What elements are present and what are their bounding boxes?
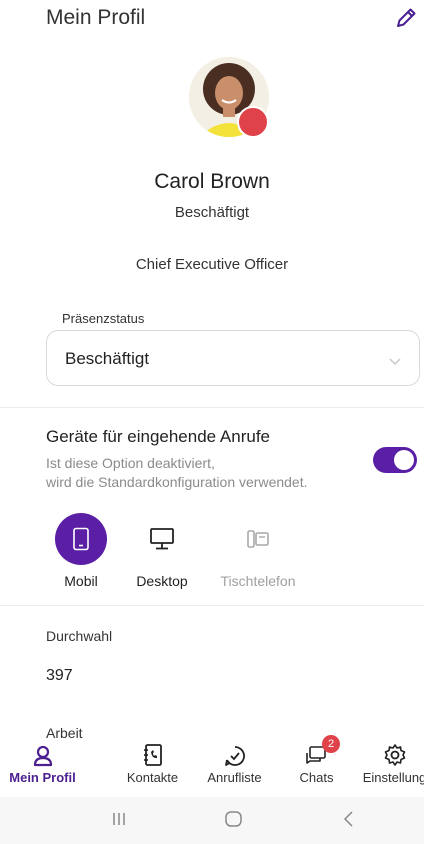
incoming-calls-description: wird die Standardkonfiguration verwendet… (46, 474, 308, 490)
incoming-calls-description: Ist diese Option deaktiviert, (46, 455, 215, 471)
presence-status-dot (237, 106, 269, 138)
device-label: Tischtelefon (220, 573, 296, 589)
presence-select[interactable]: Beschäftigt (46, 330, 420, 386)
gear-icon (352, 741, 424, 767)
chevron-down-icon (389, 353, 401, 366)
profile-name: Carol Brown (154, 170, 270, 193)
system-navigation-bar (0, 797, 424, 844)
device-desktop[interactable]: Desktop (122, 513, 202, 593)
device-label: Mobil (64, 573, 98, 589)
pencil-icon[interactable] (393, 5, 419, 31)
home-icon[interactable] (224, 810, 244, 833)
nav-einstellungen[interactable]: Einstellung (352, 741, 424, 785)
mobile-phone-icon (55, 513, 107, 565)
page-title: Mein Profil (46, 6, 146, 29)
nav-anrufliste[interactable]: Anrufliste (192, 741, 277, 785)
nav-label: Anrufliste (207, 770, 262, 785)
extension-label: Durchwahl (46, 628, 113, 644)
work-label: Arbeit (46, 725, 83, 741)
nav-label: Mein Profil (9, 770, 76, 785)
nav-label: Einstellung (362, 770, 424, 785)
extension-value: 397 (46, 667, 73, 684)
nav-chats[interactable]: 2 Chats (274, 735, 359, 785)
divider (0, 605, 424, 606)
divider (0, 407, 424, 408)
incoming-calls-toggle[interactable] (373, 447, 417, 473)
presence-label: Präsenzstatus (62, 311, 145, 326)
back-icon[interactable] (342, 810, 356, 833)
profile-status: Beschäftigt (174, 204, 250, 221)
incoming-calls-title: Geräte für eingehende Anrufe (46, 427, 270, 446)
device-mobil[interactable]: Mobil (41, 513, 121, 593)
contacts-book-icon (110, 741, 195, 767)
nav-label: Chats (299, 770, 334, 785)
recent-apps-icon[interactable] (110, 810, 128, 833)
nav-kontakte[interactable]: Kontakte (110, 741, 195, 785)
device-tischtelefon: Tischtelefon (208, 513, 308, 593)
unread-badge: 2 (322, 735, 340, 753)
nav-mein-profil[interactable]: Mein Profil (0, 741, 85, 785)
avatar[interactable] (189, 57, 271, 139)
desk-phone-icon (232, 513, 284, 565)
presence-value: Beschäftigt (65, 349, 150, 368)
person-icon (0, 741, 85, 767)
chat-bubble-icon: 2 (274, 735, 359, 767)
app-header: Mein Profil (0, 0, 424, 40)
nav-label: Kontakte (126, 770, 179, 785)
profile-role: Chief Executive Officer (135, 256, 289, 273)
bottom-navigation: Mein Profil Kontakte Anrufliste 2 Chats … (0, 735, 424, 796)
toggle-knob (394, 450, 414, 470)
call-history-icon (192, 741, 277, 767)
desktop-monitor-icon (136, 513, 188, 565)
device-label: Desktop (136, 573, 188, 589)
